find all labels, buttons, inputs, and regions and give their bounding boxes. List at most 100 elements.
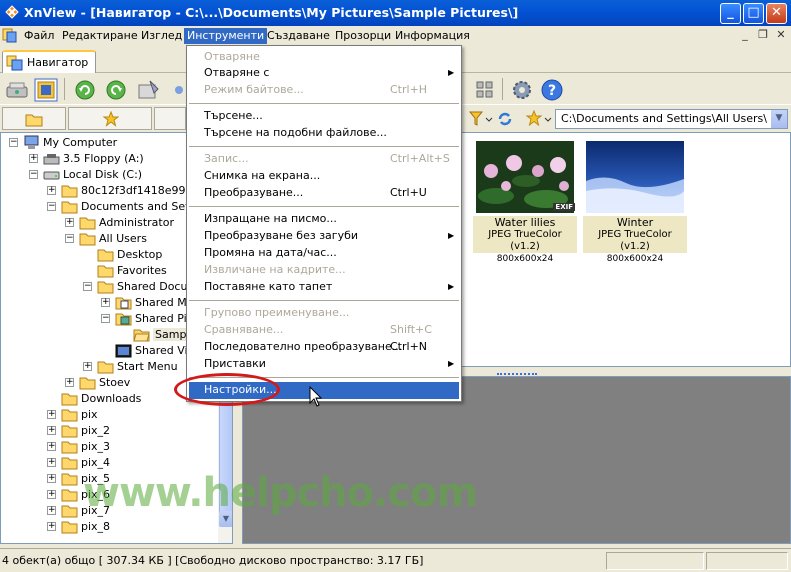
- help-icon[interactable]: ?: [539, 77, 565, 103]
- tree-node-label: pix_8: [81, 520, 111, 533]
- thumbnail-name: Water lilies: [494, 216, 556, 229]
- collapse-icon[interactable]: −: [9, 138, 18, 147]
- menu-separator: [189, 206, 459, 207]
- image-tools-icon[interactable]: [136, 77, 162, 103]
- rotate-right-icon[interactable]: [103, 77, 129, 103]
- favorites-tab[interactable]: [68, 107, 152, 130]
- menu-create[interactable]: Създаване: [264, 28, 333, 44]
- menu-item-shortcut: Ctrl+Alt+S: [390, 152, 450, 165]
- mdi-close-button[interactable]: ✕: [774, 28, 788, 42]
- tree-node-label: pix_4: [81, 456, 111, 469]
- menu-item: Отваряне: [189, 49, 459, 66]
- thumbnail-dims: 800x600x24: [496, 254, 554, 264]
- folders-tab[interactable]: [2, 107, 66, 130]
- menu-separator: [189, 300, 459, 301]
- expand-icon[interactable]: +: [47, 458, 56, 467]
- tree-node-label: Local Disk (C:): [63, 168, 143, 181]
- bookmark-star-icon[interactable]: [526, 110, 554, 128]
- menu-file[interactable]: Файл: [21, 28, 57, 44]
- thumbnail-winter[interactable]: Winter JPEG TrueColor (v1.2) 800x600x24: [583, 137, 687, 264]
- menu-info[interactable]: Информация: [392, 28, 473, 44]
- menu-item-label: Режим байтове...: [204, 83, 304, 96]
- toolbar-separator: [64, 78, 65, 100]
- folder-icon: [61, 473, 78, 486]
- minimize-button[interactable]: _: [720, 3, 741, 24]
- expand-icon[interactable]: +: [47, 490, 56, 499]
- folder-music-icon: [115, 297, 132, 310]
- mdi-restore-button[interactable]: ❐: [756, 28, 770, 42]
- window-title: XnView - [Навигатор - C:\...\Documents\M…: [24, 5, 519, 20]
- mdi-minimize-button[interactable]: _: [738, 28, 752, 42]
- collapse-icon[interactable]: −: [83, 282, 92, 291]
- settings-gear-icon[interactable]: [509, 77, 535, 103]
- menu-item[interactable]: Приставки ▶: [189, 356, 459, 373]
- menu-item-label: Отваряне с: [204, 66, 270, 79]
- folder-icon: [61, 185, 78, 198]
- grid-view-icon[interactable]: [472, 77, 498, 103]
- folder-icon: [79, 233, 96, 246]
- tree-node-label: 80c12f3df1418e9935: [81, 184, 200, 197]
- menu-view[interactable]: Изглед: [138, 28, 185, 44]
- collapse-icon[interactable]: −: [47, 202, 56, 211]
- menu-item[interactable]: Търсене...: [189, 108, 459, 125]
- expand-icon[interactable]: +: [101, 298, 110, 307]
- expand-icon[interactable]: +: [47, 186, 56, 195]
- expand-icon[interactable]: +: [47, 426, 56, 435]
- expand-icon[interactable]: +: [47, 442, 56, 451]
- menu-item[interactable]: Последователно преобразуване... Ctrl+N: [189, 339, 459, 356]
- expand-icon[interactable]: +: [47, 410, 56, 419]
- thumbnail-format: JPEG TrueColor (v1.2): [598, 229, 672, 252]
- filter-icon[interactable]: [468, 110, 494, 128]
- combo-dropdown-icon[interactable]: ▼: [770, 110, 787, 128]
- tree-node-label: pix_2: [81, 424, 111, 437]
- menu-item[interactable]: Преобразуване без загуби ▶: [189, 228, 459, 245]
- expand-icon[interactable]: +: [29, 154, 38, 163]
- rotate-left-icon[interactable]: [72, 77, 98, 103]
- tree-node-label: Stoev: [99, 376, 131, 389]
- path-combobox[interactable]: C:\Documents and Settings\All Users\Docu…: [555, 109, 788, 129]
- xnview-logo-icon: [5, 5, 19, 19]
- maximize-button[interactable]: □: [743, 3, 764, 24]
- expand-icon[interactable]: +: [47, 474, 56, 483]
- categories-tab[interactable]: [154, 107, 186, 130]
- mouse-cursor-icon: [309, 386, 323, 407]
- menu-item[interactable]: Търсене на подобни файлове...: [189, 125, 459, 142]
- menu-item[interactable]: Снимка на екрана...: [189, 168, 459, 185]
- menu-item[interactable]: Отваряне с ▶: [189, 65, 459, 82]
- menu-item-label: Запис...: [204, 152, 249, 165]
- folder-video-icon: [115, 344, 132, 358]
- menu-item[interactable]: Промяна на дата/час...: [189, 245, 459, 262]
- tree-node-label: 3.5 Floppy (A:): [63, 152, 144, 165]
- collapse-icon[interactable]: −: [101, 314, 110, 323]
- disk-icon: [43, 171, 60, 180]
- menu-windows[interactable]: Прозорци: [332, 28, 394, 44]
- expand-icon[interactable]: +: [83, 362, 92, 371]
- tab-navigator-label: Навигатор: [27, 56, 89, 69]
- menu-item-label: Групово преименуване...: [204, 306, 350, 319]
- folders-icon: [25, 114, 43, 127]
- thumbnail-water-lilies[interactable]: EXIF Water lilies JPEG TrueColor (v1.2) …: [473, 137, 577, 264]
- expand-icon[interactable]: +: [65, 378, 74, 387]
- collapse-icon[interactable]: −: [29, 170, 38, 179]
- thumbnail-info: Winter JPEG TrueColor (v1.2) 800x600x24: [583, 216, 687, 264]
- tree-node-label: Start Menu: [117, 360, 178, 373]
- collapse-icon[interactable]: −: [65, 234, 74, 243]
- menu-item[interactable]: Изпращане на писмо...: [189, 211, 459, 228]
- scanner-icon[interactable]: [4, 77, 30, 103]
- tree-node-label: pix: [81, 408, 98, 421]
- expand-icon[interactable]: +: [65, 218, 74, 227]
- menu-edit[interactable]: Редактиране: [59, 28, 141, 44]
- fullscreen-icon[interactable]: [33, 77, 59, 103]
- menu-item[interactable]: Преобразуване... Ctrl+U: [189, 185, 459, 202]
- folder-icon: [61, 393, 78, 406]
- menu-item[interactable]: Поставяне като тапет ▶: [189, 279, 459, 296]
- expand-icon[interactable]: +: [47, 522, 56, 531]
- close-button[interactable]: ✕: [766, 3, 787, 24]
- expand-icon[interactable]: +: [47, 506, 56, 515]
- document-window-icon[interactable]: [2, 28, 18, 43]
- refresh-icon[interactable]: [496, 110, 514, 128]
- tab-navigator[interactable]: Навигатор: [2, 50, 96, 73]
- menu-separator: [189, 146, 459, 147]
- menu-tools[interactable]: Инструменти: [184, 28, 268, 44]
- star-icon: [103, 111, 119, 127]
